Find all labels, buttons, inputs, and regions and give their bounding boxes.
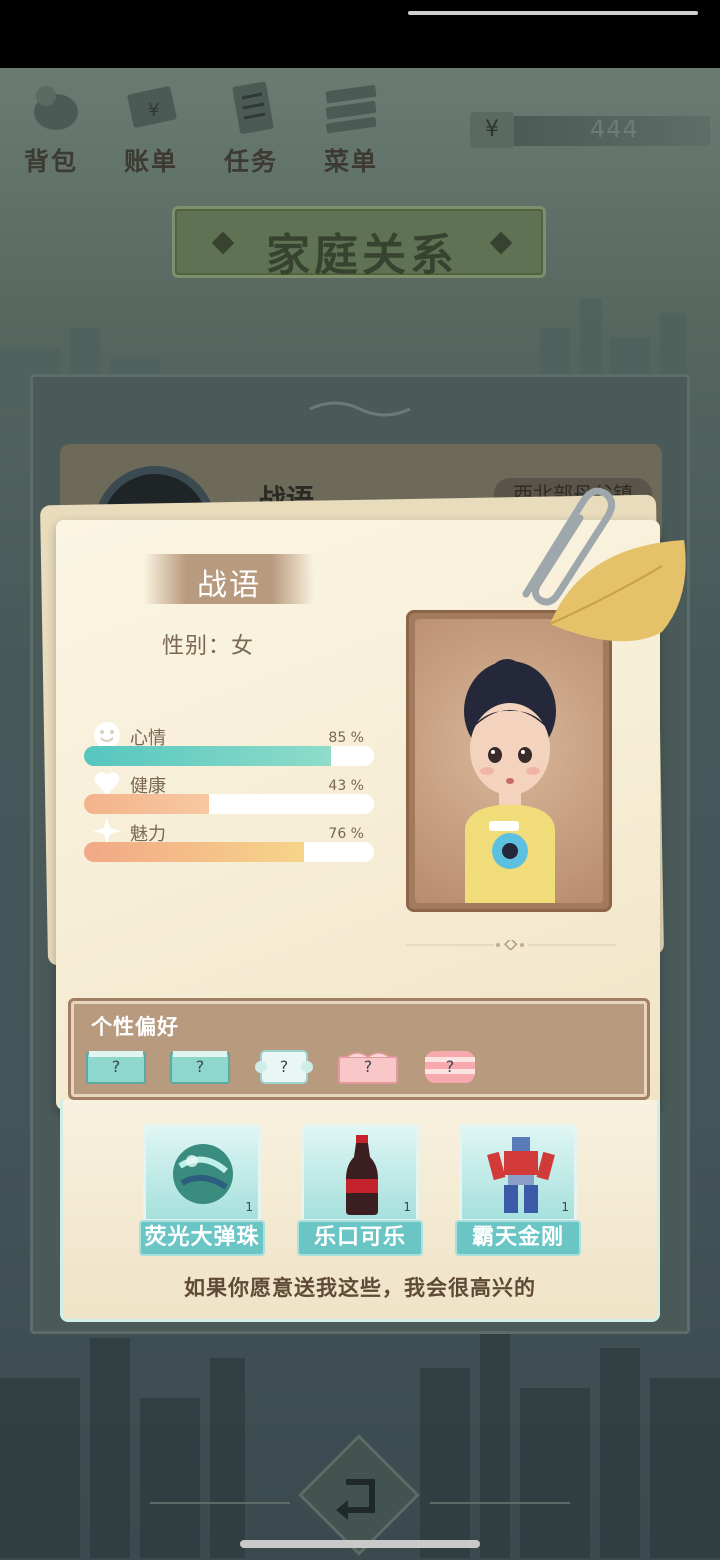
page-title: 家庭关系 [266,230,458,281]
stat-fill [84,794,209,814]
task-icon [232,82,274,134]
stat-percent: 76 % [328,826,364,842]
stat-track [84,746,374,766]
gift-item[interactable]: 1 霸天金刚 [455,1124,581,1256]
preference-slot[interactable]: ? [337,1047,399,1087]
stat-percent: 85 % [328,730,364,746]
gift-name: 霸天金刚 [455,1220,581,1256]
preference-unknown: ? [111,1057,121,1076]
preference-slot[interactable]: ? [169,1047,231,1087]
status-indicator [408,11,698,15]
footer-ornament-left [150,1502,290,1504]
preference-unknown: ? [363,1057,373,1076]
ginkgo-leaf-icon [549,540,686,642]
profile-name-band: 战语 [144,554,314,604]
home-indicator [240,1540,480,1548]
toolbar-label: 菜单 [323,147,378,176]
stat-track [84,842,374,862]
gift-slot [301,1124,419,1222]
gift-count: 1 [245,1200,253,1214]
back-arrow-icon [336,1479,375,1520]
stat-health: 健康 43 % [84,768,376,816]
preference-unknown: ? [195,1057,205,1076]
profile-name: 战语 [197,568,261,603]
marble-icon [173,1144,233,1204]
stat-percent: 43 % [328,778,364,794]
money-display: ¥ 444 [470,112,710,150]
menu-icon [325,84,377,134]
robot-toy-icon [487,1137,555,1213]
money-amount: 444 [590,115,639,143]
page-title-plate: 家庭关系 [172,206,546,281]
bill-icon: ¥ [127,86,177,128]
ornament-icon [309,401,411,417]
preference-slot[interactable]: ? [85,1047,147,1087]
gift-panel: 1 荧光大弹珠 1 乐口可乐 1 霸天金刚 如果你愿意送我这些，我会很高兴的 [60,1100,660,1322]
stat-fill [84,746,331,766]
backpack-icon [34,86,78,130]
stat-track [84,794,374,814]
character-avatar-icon [464,659,556,903]
gift-item[interactable]: 1 荧光大弹珠 [139,1124,265,1256]
cola-icon [346,1135,378,1215]
status-bar [0,0,720,68]
stat-charm: 魅力 76 % [84,816,376,864]
preference-slot[interactable]: ? [253,1047,315,1087]
toolbar-menu-button[interactable]: 菜单 [306,76,396,176]
preference-unknown: ? [445,1057,455,1076]
gender-label: 性别：女 [162,634,255,659]
preferences-panel: 个性偏好 ? ? ? ? ? [68,998,650,1100]
gift-count: 1 [561,1200,569,1214]
gift-count: 1 [403,1200,411,1214]
preference-unknown: ? [279,1057,289,1076]
gift-slot [459,1124,577,1222]
toolbar-label: 账单 [123,147,178,176]
toolbar-backpack-button[interactable]: 背包 [6,76,96,176]
preferences-title: 个性偏好 [91,1015,179,1039]
toolbar-task-button[interactable]: 任务 [206,76,296,176]
currency-icon: ¥ [470,112,514,148]
toolbar-label: 背包 [23,147,78,176]
stat-mood: 心情 85 % [84,720,376,768]
divider-ornament [406,940,616,950]
svg-text:¥: ¥ [148,100,159,121]
character-portrait [415,619,603,903]
toolbar-label: 任务 [223,147,278,176]
stat-fill [84,842,305,862]
toolbar-bill-button[interactable]: ¥ 账单 [106,76,196,176]
gift-slot [143,1124,261,1222]
preference-slot[interactable]: ? [419,1047,481,1087]
gift-name: 乐口可乐 [297,1220,423,1256]
gift-name: 荧光大弹珠 [139,1220,265,1256]
gift-item[interactable]: 1 乐口可乐 [297,1124,423,1256]
footer-ornament-right [430,1502,570,1504]
gift-message: 如果你愿意送我这些，我会很高兴的 [184,1276,536,1300]
